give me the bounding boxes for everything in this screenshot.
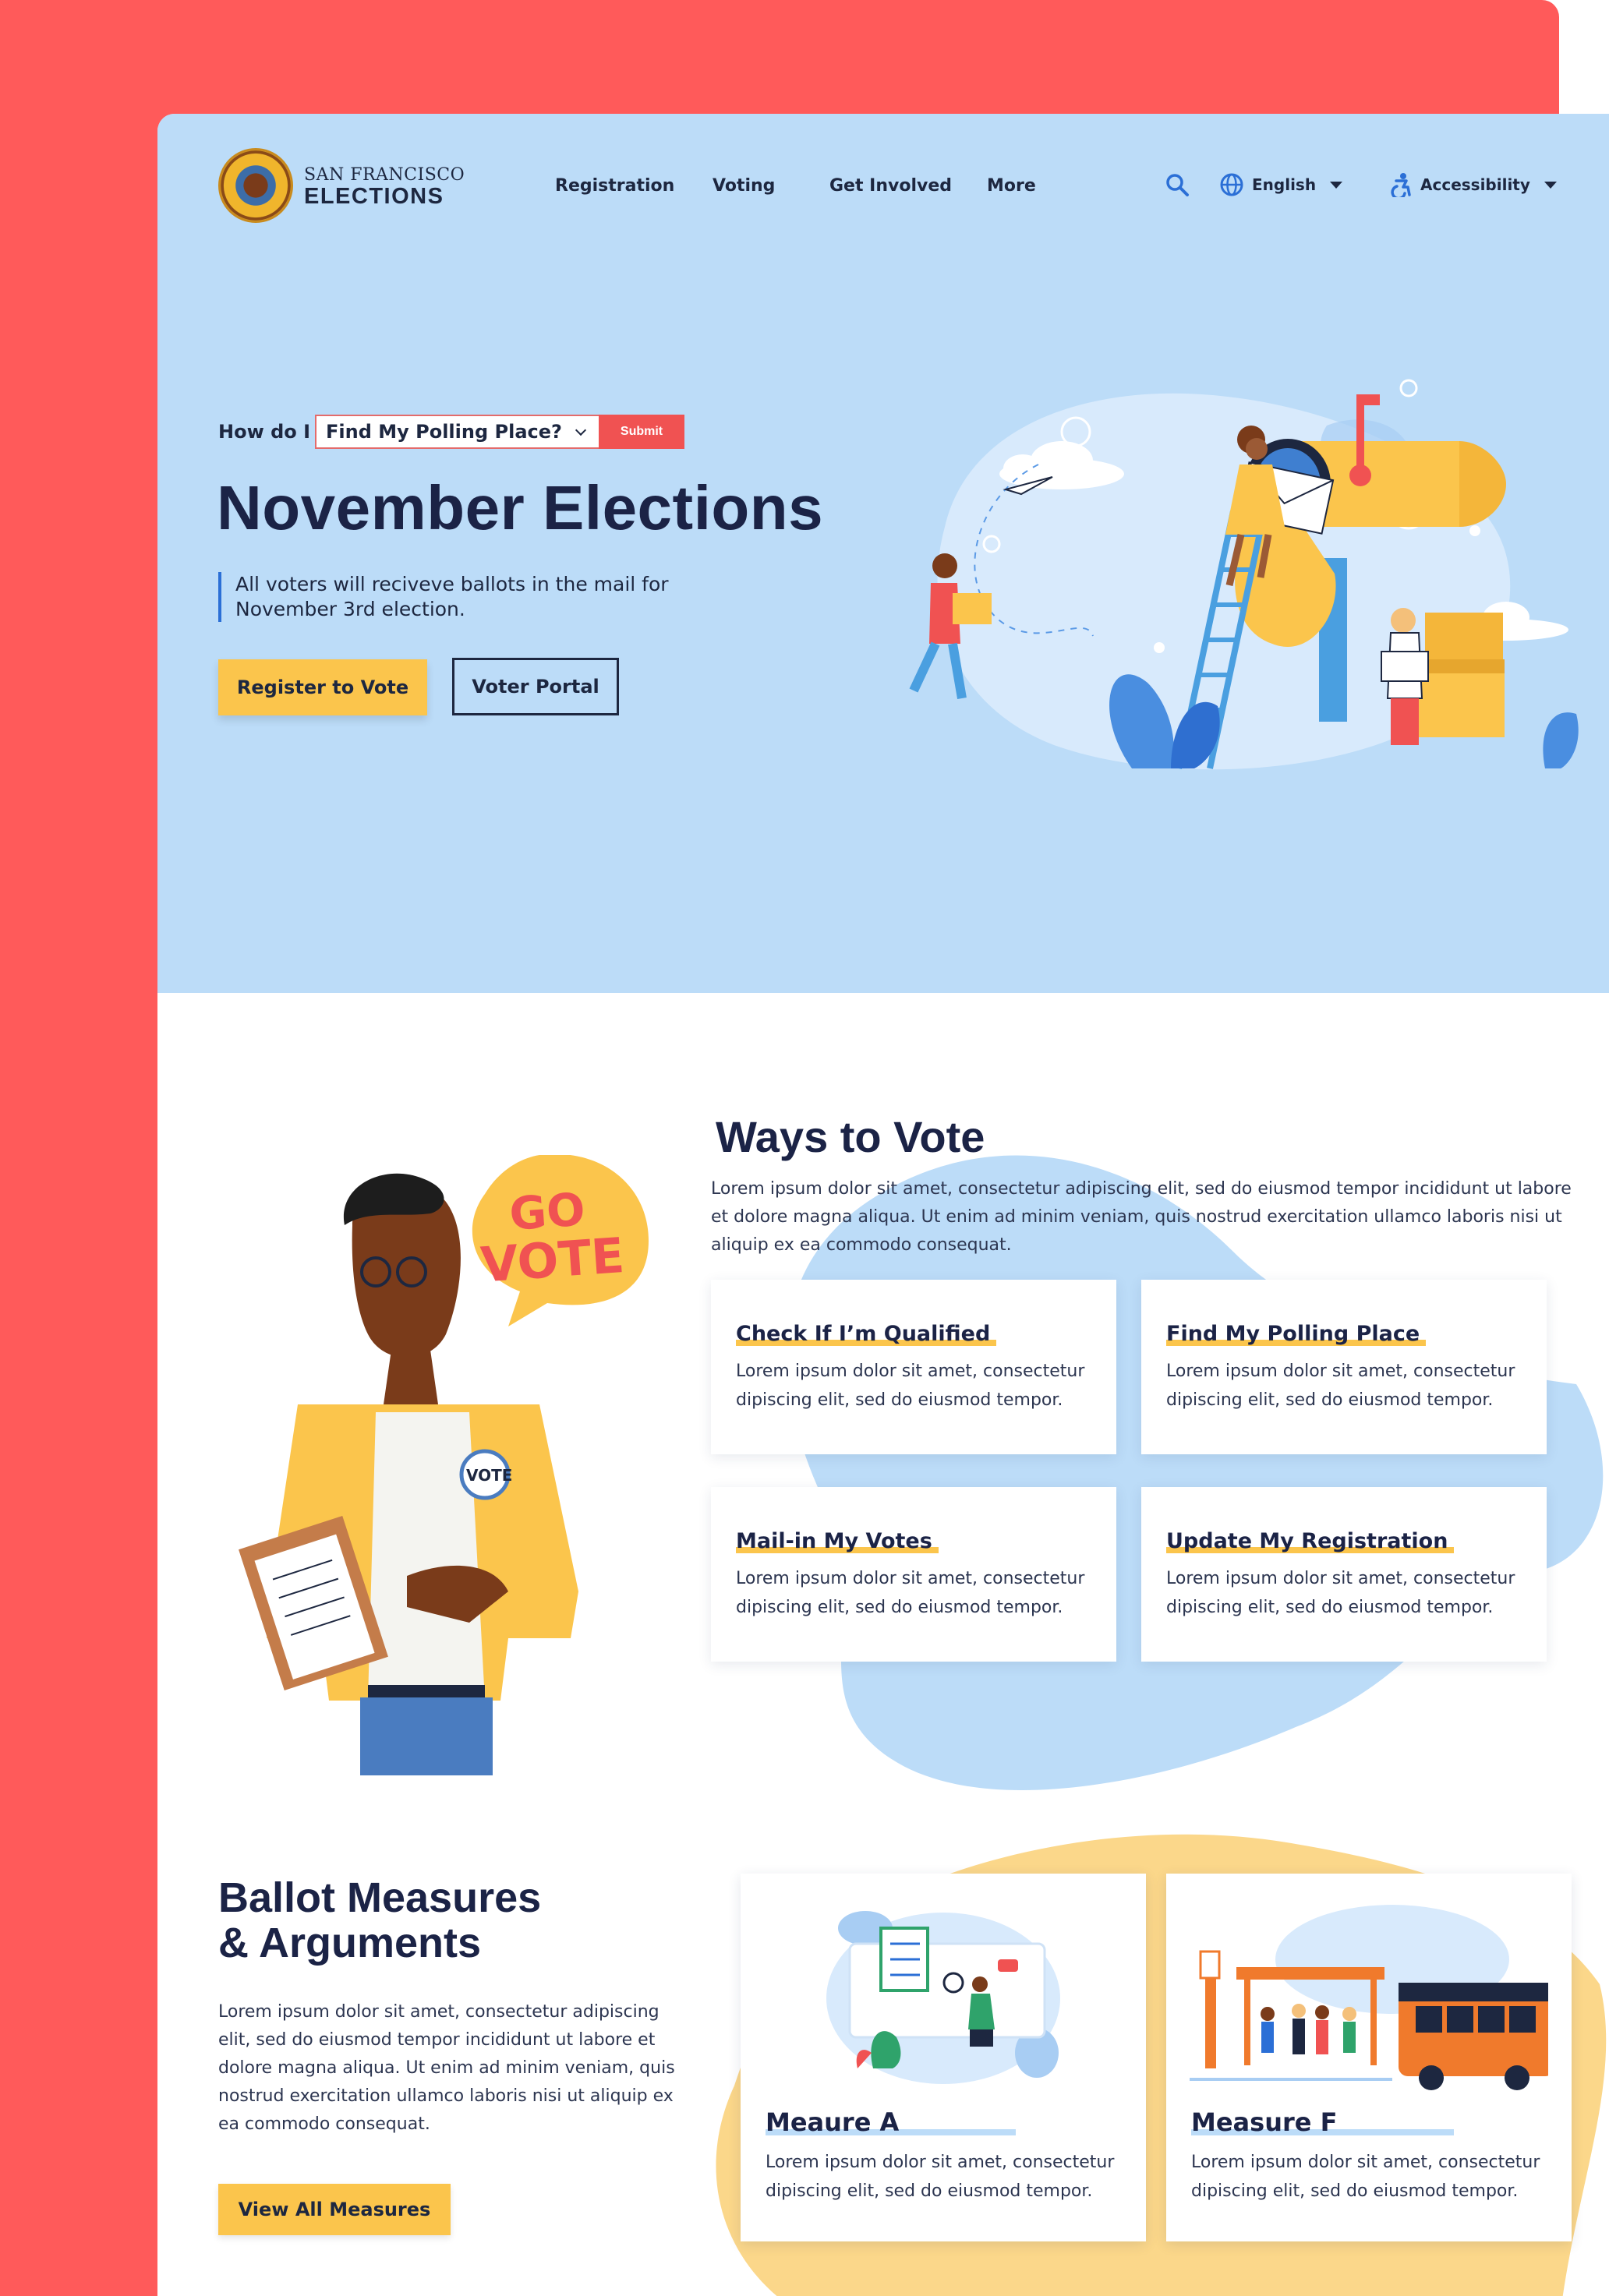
nav-more[interactable]: More [987, 176, 1036, 196]
ways-intro: Lorem ipsum dolor sit amet, consectetur … [711, 1179, 1572, 1255]
go-vote-character: GO VOTE VOTE [239, 1153, 649, 1775]
measure-title: Measure F [1191, 2107, 1455, 2137]
language-selector[interactable]: English [1219, 171, 1343, 198]
card-text: Lorem ipsum dolor sit amet, consectetur … [736, 1569, 1085, 1617]
card-title: Mail-in My Votes [736, 1529, 939, 1553]
measure-title: Meaure A [766, 2107, 1017, 2137]
card-title: Update My Registration [1166, 1529, 1455, 1553]
accessibility-menu[interactable]: Accessibility [1389, 171, 1557, 198]
card-text: Lorem ipsum dolor sit amet, consectetur … [736, 1362, 1085, 1410]
ballot-measures-title: Ballot Measures & Arguments [218, 1875, 541, 1966]
voter-portal-button[interactable]: Voter Portal [452, 658, 619, 715]
page-title: November Elections [217, 473, 824, 542]
ballot-title-line2: & Arguments [218, 1920, 482, 1966]
hero-section: SAN FRANCISCO ELECTIONS Registration Vot… [157, 114, 1609, 993]
measure-card-a[interactable]: Meaure A Lorem ipsum dolor sit amet, con… [741, 1874, 1146, 2241]
svg-text:VOTE: VOTE [479, 1227, 626, 1294]
brand-line2[interactable]: ELECTIONS [304, 184, 444, 210]
measure-card-f[interactable]: Measure F Lorem ipsum dolor sit amet, co… [1166, 1874, 1572, 2241]
language-label: English [1252, 175, 1317, 194]
how-do-i-value: Find My Polling Place? [326, 421, 562, 443]
ballot-intro: Lorem ipsum dolor sit amet, consectetur … [218, 2002, 675, 2134]
checklist-illustration [826, 1911, 1060, 2084]
bus-stop-illustration [1190, 1905, 1548, 2090]
submit-button[interactable]: Submit [599, 415, 684, 449]
search-button[interactable] [1165, 171, 1190, 198]
svg-text:VOTE: VOTE [466, 1466, 512, 1485]
card-text: Lorem ipsum dolor sit amet, consectetur … [1166, 1569, 1515, 1617]
chevron-down-icon [1544, 181, 1557, 189]
how-do-i-select[interactable]: Find My Polling Place? [315, 415, 599, 449]
search-icon [1166, 174, 1189, 196]
accessibility-icon [1391, 173, 1411, 197]
city-seal-logo[interactable] [218, 148, 293, 223]
card-update-registration[interactable]: Update My Registration Lorem ipsum dolor… [1141, 1487, 1547, 1662]
card-check-qualified[interactable]: Check If I’m Qualified Lorem ipsum dolor… [711, 1280, 1116, 1454]
hero-subtitle: All voters will reciveve ballots in the … [218, 572, 719, 622]
brand-line1: SAN FRANCISCO [304, 165, 465, 185]
page: SAN FRANCISCO ELECTIONS Registration Vot… [157, 114, 1609, 2296]
mailbox-illustration [909, 379, 1579, 770]
chevron-down-icon [1330, 181, 1343, 189]
nav-voting[interactable]: Voting [713, 176, 775, 196]
register-to-vote-button[interactable]: Register to Vote [218, 659, 427, 715]
measure-text: Lorem ipsum dolor sit amet, consectetur … [766, 2153, 1115, 2201]
card-find-polling-place[interactable]: Find My Polling Place Lorem ipsum dolor … [1141, 1280, 1547, 1454]
card-title: Check If I’m Qualified [736, 1322, 997, 1346]
how-do-i-label: How do I [218, 421, 311, 443]
voter-illustration: GO VOTE VOTE [212, 1153, 680, 1779]
ballot-title-line1: Ballot Measures [218, 1874, 542, 1921]
view-all-measures-button[interactable]: View All Measures [218, 2184, 451, 2235]
accessibility-label: Accessibility [1420, 175, 1530, 194]
card-title: Find My Polling Place [1166, 1322, 1427, 1346]
nav-registration[interactable]: Registration [555, 176, 674, 196]
card-text: Lorem ipsum dolor sit amet, consectetur … [1166, 1362, 1515, 1410]
card-mail-in-votes[interactable]: Mail-in My Votes Lorem ipsum dolor sit a… [711, 1487, 1116, 1662]
ways-to-vote-title: Ways to Vote [716, 1112, 985, 1161]
measure-text: Lorem ipsum dolor sit amet, consectetur … [1191, 2153, 1540, 2201]
globe-icon [1220, 173, 1243, 196]
chevron-down-icon [575, 424, 587, 436]
nav-get-involved[interactable]: Get Involved [829, 176, 952, 196]
